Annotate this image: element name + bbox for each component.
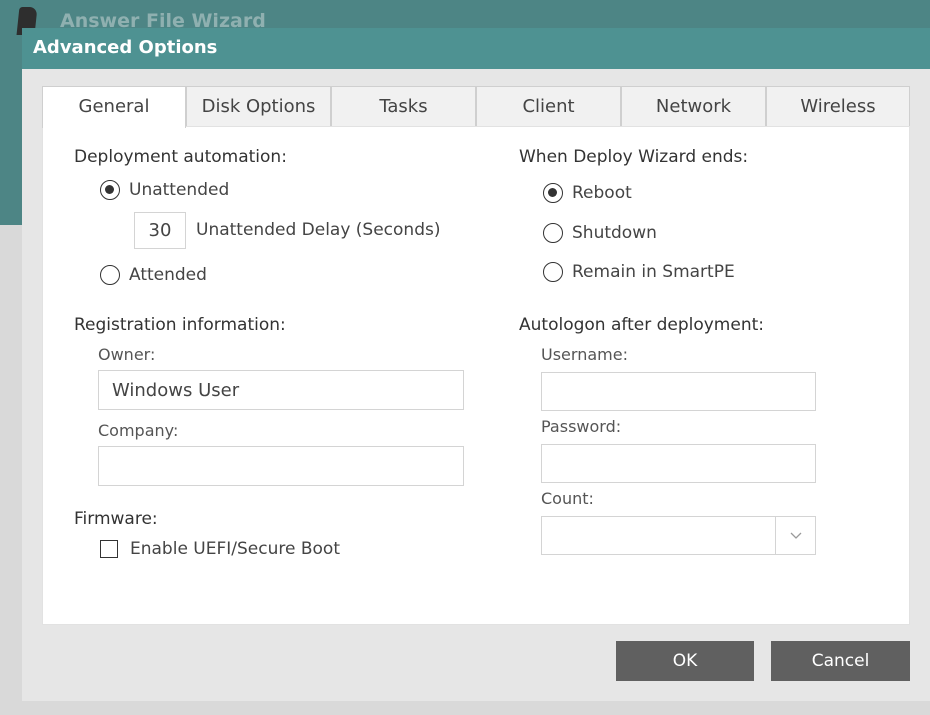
- uefi-secure-boot-checkbox[interactable]: [100, 540, 118, 558]
- attended-radio-option[interactable]: Attended: [100, 265, 207, 285]
- count-combobox[interactable]: [541, 516, 816, 555]
- owner-label: Owner:: [98, 345, 156, 364]
- attended-label: Attended: [129, 265, 207, 285]
- reboot-radio-option[interactable]: Reboot: [543, 183, 632, 203]
- unattended-delay-label: Unattended Delay (Seconds): [196, 220, 441, 240]
- registration-heading: Registration information:: [74, 315, 286, 335]
- chevron-down-icon[interactable]: [775, 517, 815, 554]
- uefi-secure-boot-label: Enable UEFI/Secure Boot: [130, 539, 340, 559]
- unattended-radio[interactable]: [100, 180, 120, 200]
- tab-wireless[interactable]: Wireless: [766, 86, 910, 126]
- ok-button[interactable]: OK: [616, 641, 754, 681]
- tab-tasks[interactable]: Tasks: [331, 86, 476, 126]
- username-label: Username:: [541, 345, 628, 364]
- autologon-heading: Autologon after deployment:: [519, 315, 764, 335]
- password-input[interactable]: [541, 444, 816, 483]
- tab-strip: General Disk Options Tasks Client Networ…: [42, 86, 910, 128]
- shutdown-radio-option[interactable]: Shutdown: [543, 223, 657, 243]
- deployment-automation-heading: Deployment automation:: [74, 147, 287, 167]
- cancel-button[interactable]: Cancel: [771, 641, 910, 681]
- unattended-delay-input[interactable]: 30: [134, 212, 186, 249]
- owner-input[interactable]: Windows User: [98, 370, 464, 410]
- tab-network[interactable]: Network: [621, 86, 766, 126]
- unattended-label: Unattended: [129, 180, 230, 200]
- attended-radio[interactable]: [100, 265, 120, 285]
- company-input[interactable]: [98, 446, 464, 486]
- general-tab-panel: Deployment automation: Unattended 30 Una…: [42, 126, 910, 625]
- remain-smartpe-radio[interactable]: [543, 262, 563, 282]
- tab-client[interactable]: Client: [476, 86, 621, 126]
- reboot-radio[interactable]: [543, 183, 563, 203]
- count-label: Count:: [541, 489, 594, 508]
- tab-disk-options[interactable]: Disk Options: [186, 86, 331, 126]
- dialog-title: Advanced Options: [22, 28, 930, 69]
- username-input[interactable]: [541, 372, 816, 411]
- uefi-secure-boot-option[interactable]: Enable UEFI/Secure Boot: [100, 539, 340, 559]
- remain-smartpe-label: Remain in SmartPE: [572, 262, 735, 282]
- remain-smartpe-radio-option[interactable]: Remain in SmartPE: [543, 262, 735, 282]
- shutdown-label: Shutdown: [572, 223, 657, 243]
- shutdown-radio[interactable]: [543, 223, 563, 243]
- reboot-label: Reboot: [572, 183, 632, 203]
- unattended-radio-option[interactable]: Unattended: [100, 180, 229, 200]
- tab-general[interactable]: General: [42, 86, 186, 128]
- advanced-options-dialog: Advanced Options General Disk Options Ta…: [22, 28, 930, 701]
- company-label: Company:: [98, 421, 179, 440]
- password-label: Password:: [541, 417, 622, 436]
- deploy-end-heading: When Deploy Wizard ends:: [519, 147, 749, 167]
- firmware-heading: Firmware:: [74, 509, 158, 529]
